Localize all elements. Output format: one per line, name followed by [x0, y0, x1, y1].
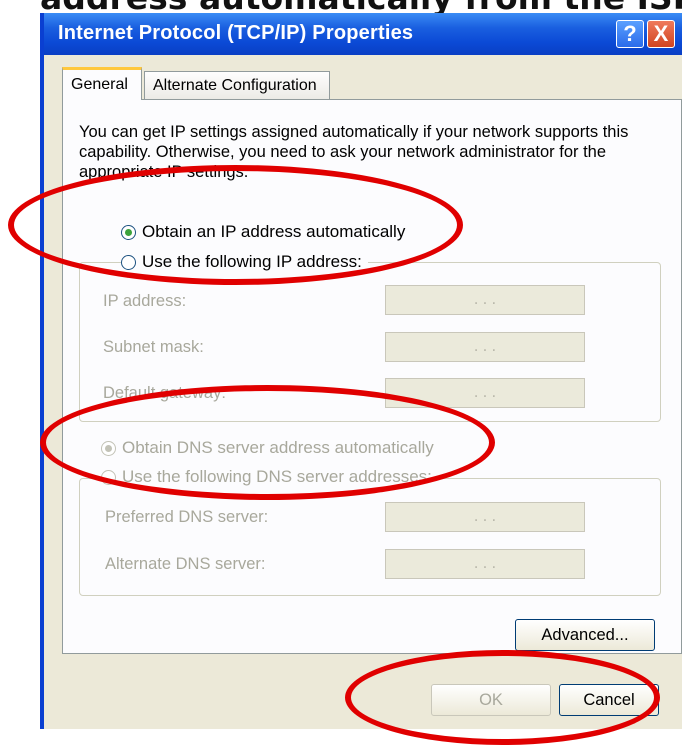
ip-address-label: IP address:	[103, 292, 187, 310]
default-gateway-input[interactable]: . . .	[385, 378, 585, 408]
alternate-dns-input[interactable]: . . .	[385, 549, 585, 579]
radio-selected-icon	[121, 224, 136, 240]
obtain-dns-auto-label: Obtain DNS server address automatically	[122, 438, 434, 457]
general-tab-panel: You can get IP settings assigned automat…	[62, 99, 682, 654]
subnet-mask-label: Subnet mask:	[103, 338, 204, 356]
help-button[interactable]: ?	[616, 20, 644, 48]
tcpip-properties-dialog: Internet Protocol (TCP/IP) Properties ? …	[40, 13, 682, 729]
window-title: Internet Protocol (TCP/IP) Properties	[58, 22, 414, 44]
obtain-dns-auto-radio[interactable]: Obtain DNS server address automatically	[101, 438, 434, 458]
use-following-ip-radio[interactable]: Use the following IP address:	[121, 252, 368, 272]
close-button[interactable]: X	[647, 20, 675, 48]
subnet-mask-input[interactable]: . . .	[385, 332, 585, 362]
obtain-ip-auto-radio[interactable]: Obtain an IP address automatically	[121, 222, 405, 242]
obtain-ip-auto-label: Obtain an IP address automatically	[142, 222, 406, 241]
radio-unselected-icon	[121, 254, 136, 270]
radio-selected-disabled-icon	[101, 440, 116, 456]
ip-address-input[interactable]: . . .	[385, 285, 585, 315]
tab-general[interactable]: General	[62, 67, 142, 100]
radio-unselected-disabled-icon	[101, 469, 116, 485]
use-following-dns-label: Use the following DNS server addresses:	[122, 467, 432, 486]
preferred-dns-input[interactable]: . . .	[385, 502, 585, 532]
preferred-dns-label: Preferred DNS server:	[105, 508, 269, 526]
cancel-button[interactable]: Cancel	[559, 684, 659, 716]
use-following-ip-label: Use the following IP address:	[142, 252, 362, 271]
use-following-dns-radio[interactable]: Use the following DNS server addresses:	[101, 467, 438, 487]
ok-button[interactable]: OK	[431, 684, 551, 716]
title-bar[interactable]: Internet Protocol (TCP/IP) Properties ? …	[44, 13, 682, 55]
advanced-button[interactable]: Advanced...	[515, 619, 655, 651]
default-gateway-label: Default gateway:	[103, 384, 226, 402]
description-text: You can get IP settings assigned automat…	[79, 123, 629, 181]
tab-alternate-configuration[interactable]: Alternate Configuration	[144, 71, 330, 99]
alternate-dns-label: Alternate DNS server:	[105, 555, 266, 573]
